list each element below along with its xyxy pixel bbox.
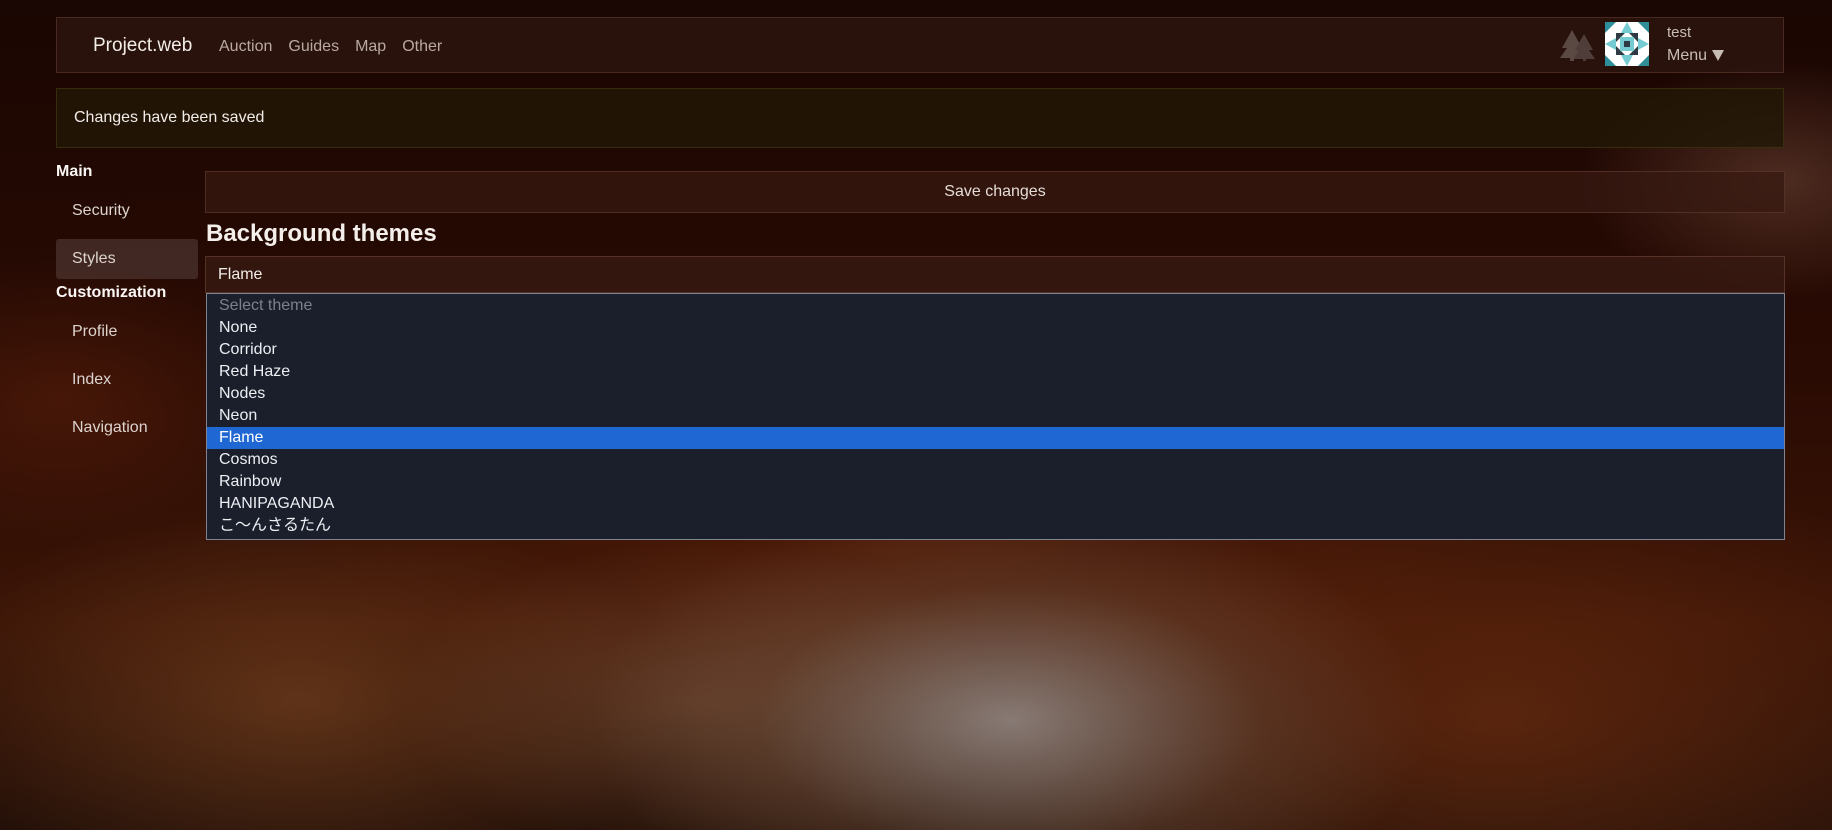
settings-sidebar: Main Security Styles Customization Profi… [56,160,198,456]
theme-option[interactable]: Nodes [207,383,1784,405]
avatar[interactable] [1605,22,1649,66]
nav-link-auction[interactable]: Auction [219,38,272,56]
success-alert: Changes have been saved [56,88,1784,148]
menu-button[interactable]: Menu [1667,47,1725,65]
theme-option[interactable]: Cosmos [207,449,1784,471]
theme-select[interactable]: Flame [205,256,1785,293]
theme-option[interactable]: Neon [207,405,1784,427]
theme-option[interactable]: Red Haze [207,361,1784,383]
sidebar-item-navigation[interactable]: Navigation [56,408,198,448]
sidebar-item-styles[interactable]: Styles [56,239,198,279]
nav-link-other[interactable]: Other [402,38,442,56]
trees-icon[interactable] [1558,28,1598,62]
sidebar-heading-main: Main [56,163,93,180]
nav-link-guides[interactable]: Guides [288,38,339,56]
theme-option-selected[interactable]: Flame [207,427,1784,449]
nav-links: Auction Guides Map Other [219,38,442,56]
theme-option[interactable]: こ〜んさるたん [207,515,1784,537]
theme-option[interactable]: HANIPAGANDA [207,493,1784,515]
triangle-down-icon [1712,50,1725,62]
theme-option-placeholder: Select theme [219,297,313,314]
sidebar-item-index[interactable]: Index [56,360,198,400]
nav-link-map[interactable]: Map [355,38,386,56]
sidebar-item-profile[interactable]: Profile [56,312,198,352]
sidebar-heading-customization: Customization [56,284,167,301]
theme-option[interactable]: Corridor [207,339,1784,361]
theme-dropdown-list: Select theme None Corridor Red Haze Node… [206,293,1785,540]
sidebar-item-security[interactable]: Security [56,191,198,231]
theme-option[interactable]: Rainbow [207,471,1784,493]
menu-label: Menu [1667,47,1708,64]
user-name[interactable]: test [1667,24,1691,41]
alert-message: Changes have been saved [74,109,265,126]
top-navbar: Project.web Auction Guides Map Other tes… [56,17,1784,73]
section-title: Background themes [206,220,437,247]
brand-logo[interactable]: Project.web [93,35,192,57]
save-button[interactable]: Save changes [205,171,1785,213]
theme-option[interactable]: None [207,317,1784,339]
